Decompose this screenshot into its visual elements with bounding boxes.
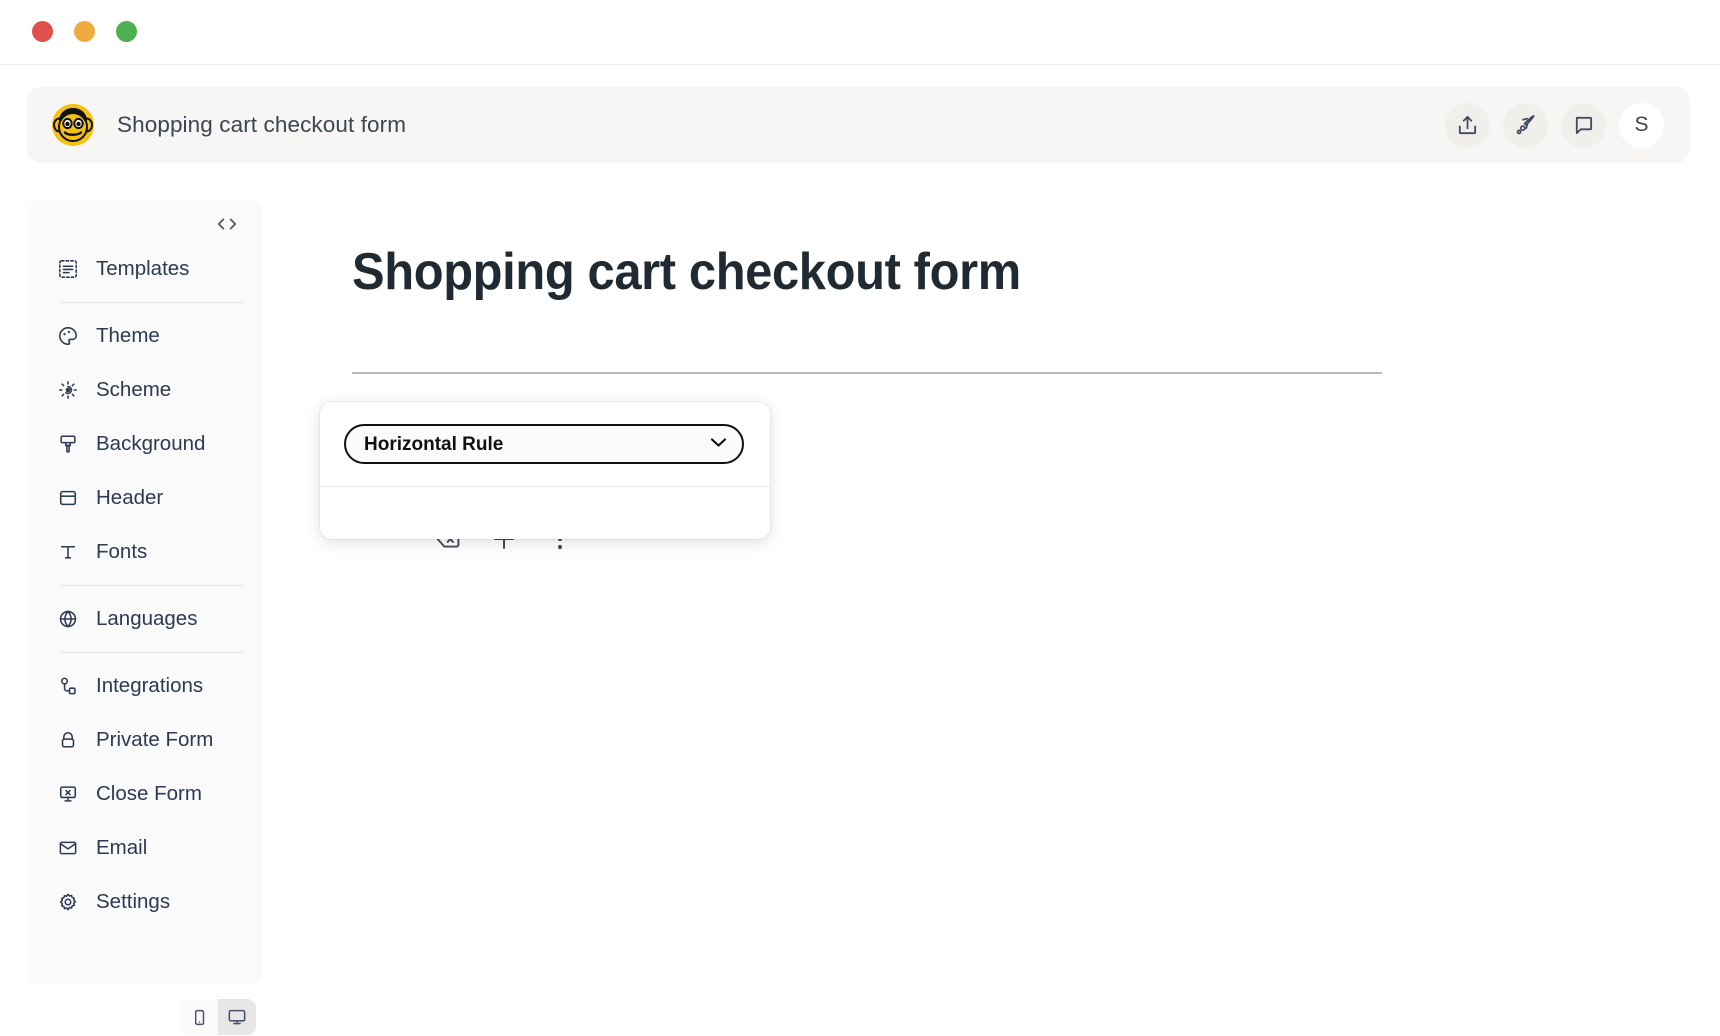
window-minimize-button[interactable] xyxy=(74,21,95,42)
window-close-button[interactable] xyxy=(32,21,53,42)
integrations-icon xyxy=(57,675,79,697)
traffic-lights xyxy=(32,21,137,42)
sidebar-item-label: Fonts xyxy=(96,540,148,563)
palette-icon xyxy=(57,325,79,347)
app-window: Shopping cart checkout form S Templates … xyxy=(0,0,1720,1036)
sidebar-item-label: Scheme xyxy=(96,378,172,401)
mail-icon xyxy=(57,837,79,859)
sidebar-item-settings[interactable]: Settings xyxy=(27,875,262,929)
app-header-actions: S xyxy=(1445,102,1664,148)
sidebar-item-close-form[interactable]: Close Form xyxy=(27,767,262,821)
sidebar-divider xyxy=(60,585,244,586)
sidebar-item-label: Background xyxy=(96,432,206,455)
sidebar-item-private-form[interactable]: Private Form xyxy=(27,713,262,767)
sidebar-item-label: Email xyxy=(96,836,148,859)
header-icon xyxy=(57,487,79,509)
window-titlebar xyxy=(0,0,1720,65)
lock-icon xyxy=(57,729,79,751)
app-header-bar: Shopping cart checkout form S xyxy=(27,87,1690,163)
block-type-select-wrap: Horizontal Rule xyxy=(344,424,744,464)
sidebar-item-label: Templates xyxy=(96,257,190,280)
close-form-icon xyxy=(57,783,79,805)
app-header-title: Shopping cart checkout form xyxy=(117,112,407,137)
desktop-view-icon[interactable] xyxy=(218,999,256,1035)
scheme-icon xyxy=(57,379,79,401)
sidebar-item-fonts[interactable]: Fonts xyxy=(27,525,262,579)
templates-icon xyxy=(57,258,79,280)
sidebar-item-languages[interactable]: Languages xyxy=(27,592,262,646)
sidebar-item-integrations[interactable]: Integrations xyxy=(27,659,262,713)
block-settings-popover: Horizontal Rule xyxy=(320,402,770,539)
avatar[interactable]: S xyxy=(1619,102,1664,148)
sidebar-divider xyxy=(60,302,244,303)
comment-icon[interactable] xyxy=(1561,102,1606,148)
sidebar-item-scheme[interactable]: Scheme xyxy=(27,363,262,417)
sidebar: Templates Theme Scheme Background Header… xyxy=(27,200,262,985)
sidebar-item-label: Header xyxy=(96,486,164,509)
fonts-icon xyxy=(57,541,79,563)
sidebar-item-header[interactable]: Header xyxy=(27,471,262,525)
block-type-select[interactable]: Horizontal Rule xyxy=(344,424,744,464)
sidebar-item-templates[interactable]: Templates xyxy=(27,242,262,296)
sidebar-item-email[interactable]: Email xyxy=(27,821,262,875)
globe-icon xyxy=(57,608,79,630)
page-title: Shopping cart checkout form xyxy=(352,243,1021,301)
share-icon[interactable] xyxy=(1445,102,1490,148)
code-view-icon[interactable] xyxy=(214,213,240,235)
sidebar-header xyxy=(27,200,262,242)
sidebar-item-label: Integrations xyxy=(96,674,204,697)
sidebar-item-label: Private Form xyxy=(96,728,214,751)
sidebar-item-label: Close Form xyxy=(96,782,202,805)
sidebar-item-label: Settings xyxy=(96,890,171,913)
popover-footer xyxy=(320,487,770,539)
block-type-row: Horizontal Rule xyxy=(320,402,770,486)
rocket-icon[interactable] xyxy=(1503,102,1548,148)
device-toggle xyxy=(180,999,256,1035)
brush-icon xyxy=(57,433,79,455)
mobile-view-icon[interactable] xyxy=(180,999,218,1035)
sidebar-item-label: Theme xyxy=(96,324,160,347)
gear-icon xyxy=(57,891,79,913)
form-canvas: Shopping cart checkout form Horizontal R… xyxy=(262,180,1720,1036)
window-zoom-button[interactable] xyxy=(116,21,137,42)
sidebar-item-background[interactable]: Background xyxy=(27,417,262,471)
sidebar-divider xyxy=(60,652,244,653)
sidebar-item-theme[interactable]: Theme xyxy=(27,309,262,363)
sidebar-nav: Templates Theme Scheme Background Header… xyxy=(27,242,262,929)
monkey-logo xyxy=(52,104,94,146)
sidebar-item-label: Languages xyxy=(96,607,198,630)
horizontal-rule-block[interactable] xyxy=(352,372,1382,374)
